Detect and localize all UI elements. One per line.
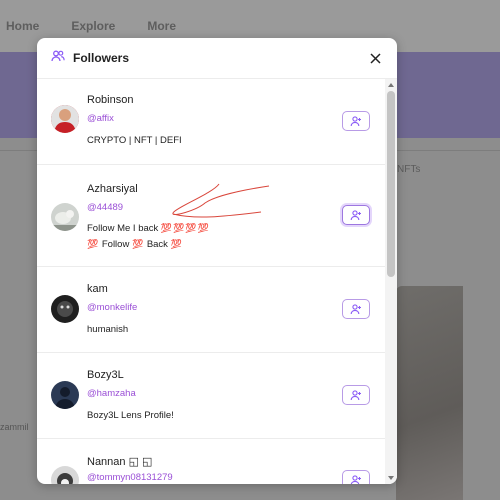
follower-bio-follow: Follow: [101, 239, 130, 250]
scroll-up-arrow-icon[interactable]: [388, 83, 394, 87]
close-icon: [369, 52, 381, 64]
modal-title: Followers: [73, 51, 130, 65]
follower-name[interactable]: kam: [87, 283, 108, 295]
user-plus-icon: [350, 210, 361, 221]
follower-handle[interactable]: @hamzaha: [87, 388, 136, 399]
follower-name[interactable]: Bozy3L: [87, 369, 124, 381]
follower-item: Nannan ◱ ◱ @tommyn08131279: [37, 439, 385, 484]
follower-item: Robinson @affix CRYPTO | NFT | DEFI: [37, 79, 385, 165]
follower-handle[interactable]: @monkelife: [87, 302, 137, 313]
follower-name[interactable]: Azharsiyal: [87, 183, 138, 195]
follower-item: kam @monkelife humanish: [37, 267, 385, 353]
nfts-tab[interactable]: NFTs: [397, 164, 420, 175]
follow-button[interactable]: [342, 205, 370, 225]
scroll-thumb[interactable]: [387, 91, 395, 277]
nav-explore[interactable]: Explore: [71, 19, 115, 33]
follow-button[interactable]: [342, 470, 370, 484]
follower-bio-back: Back: [146, 239, 168, 250]
modal-header: Followers: [37, 38, 397, 79]
follow-button[interactable]: [342, 111, 370, 131]
user-plus-icon: [350, 304, 361, 315]
follower-bio-text: Follow Me I back: [87, 223, 159, 234]
hundred-emoji: 💯: [87, 239, 100, 249]
avatar: [51, 203, 79, 231]
follower-handle[interactable]: @affix: [87, 113, 114, 124]
followers-list[interactable]: Robinson @affix CRYPTO | NFT | DEFI Azha…: [37, 79, 385, 484]
avatar: [51, 466, 79, 484]
follower-bio-line2: 💯 Follow 💯 Back 💯: [87, 239, 183, 250]
hundred-emoji-group: 💯💯💯💯: [160, 223, 210, 233]
user-plus-icon: [350, 475, 361, 484]
scrollbar[interactable]: [385, 79, 397, 484]
follower-bio: CRYPTO | NFT | DEFI: [87, 135, 182, 146]
avatar: [51, 381, 79, 409]
followers-modal: Followers Robinson @affix CRYPTO | NFT |…: [37, 38, 397, 484]
hundred-emoji: 💯: [131, 239, 145, 249]
background-profile-name: zammil: [0, 422, 29, 432]
close-button[interactable]: [367, 50, 383, 66]
follow-button[interactable]: [342, 385, 370, 405]
follow-button[interactable]: [342, 299, 370, 319]
follower-name[interactable]: Nannan ◱ ◱: [87, 455, 152, 468]
user-plus-icon: [350, 116, 361, 127]
nav-home[interactable]: Home: [6, 19, 39, 33]
scroll-down-arrow-icon[interactable]: [388, 476, 394, 480]
users-icon: [51, 49, 65, 68]
hundred-emoji: 💯: [170, 239, 183, 249]
follower-handle[interactable]: @tommyn08131279: [87, 472, 173, 483]
background-nft-card: [396, 286, 463, 500]
follower-bio: Follow Me I back 💯💯💯💯: [87, 223, 210, 234]
nav-more[interactable]: More: [147, 19, 176, 33]
avatar: [51, 105, 79, 133]
follower-name[interactable]: Robinson: [87, 94, 133, 106]
follower-item: Azharsiyal @44489 Follow Me I back 💯 💯 💯💯 …: [37, 165, 385, 267]
follower-item: Bozy3L @hamzaha Bozy3L Lens Profile!: [37, 353, 385, 439]
follower-bio: humanish: [87, 324, 129, 335]
avatar: [51, 295, 79, 323]
follower-handle[interactable]: @44489: [87, 202, 123, 213]
user-plus-icon: [350, 390, 361, 401]
follower-bio: Bozy3L Lens Profile!: [87, 410, 174, 421]
